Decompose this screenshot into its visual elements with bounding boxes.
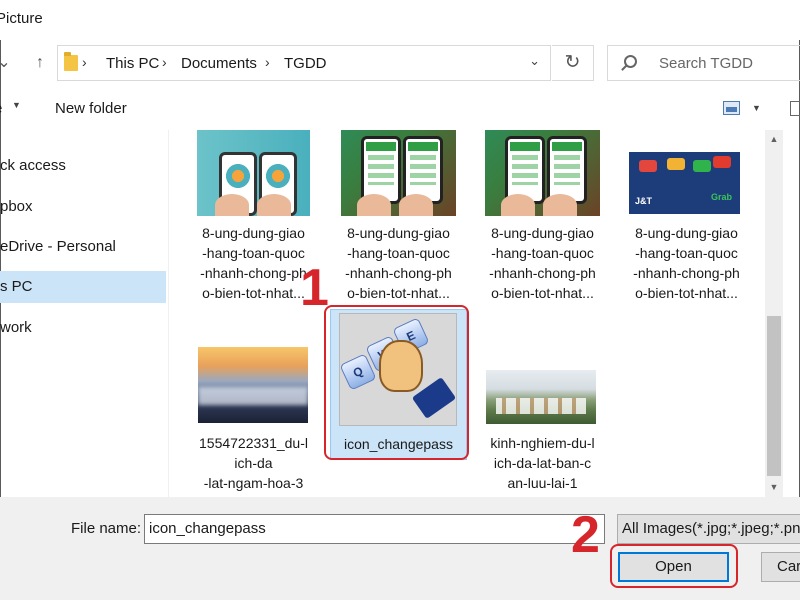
- breadcrumb-documents[interactable]: Documents: [181, 55, 257, 72]
- file-name: 8-ung-dung-giao -hang-toan-quoc -nhanh-cho…: [633, 225, 740, 301]
- nav-item-label: s PC: [0, 278, 33, 295]
- chevron-right-icon[interactable]: ›: [162, 54, 167, 70]
- nav-item-label: pbox: [0, 198, 33, 215]
- file-name: 8-ung-dung-giao -hang-toan-quoc -nhanh-cho…: [489, 225, 596, 301]
- title-bar: Picture: [0, 0, 800, 40]
- nav-item-dropbox[interactable]: pbox: [0, 191, 166, 223]
- file-thumbnail: J&T Grab: [629, 152, 740, 214]
- nav-item-onedrive[interactable]: eDrive - Personal: [0, 231, 166, 263]
- search-box[interactable]: Search TGDD: [607, 45, 800, 81]
- file-name: kinh-nghiem-du-l ich-da-lat-ban-c an-luu-l…: [490, 435, 595, 491]
- new-folder-button[interactable]: New folder: [55, 100, 127, 117]
- chevron-right-icon[interactable]: ›: [265, 54, 270, 70]
- file-thumbnail: [486, 370, 596, 424]
- search-placeholder: Search TGDD: [659, 55, 753, 72]
- file-type-filter[interactable]: All Images(*.jpg;*.jpeg;*.pn: [617, 514, 800, 544]
- nav-item-quick-access[interactable]: ck access: [0, 150, 166, 182]
- file-name: 8-ung-dung-giao -hang-toan-quoc -nhanh-cho…: [345, 225, 452, 301]
- annotation-number-1: 1: [300, 259, 329, 317]
- brand-text-grab: Grab: [711, 192, 733, 202]
- address-bar[interactable]: › This PC › Documents › TGDD ⌄: [57, 45, 551, 81]
- breadcrumb-this-pc[interactable]: This PC: [106, 55, 159, 72]
- folder-icon: [64, 52, 78, 71]
- caret-down-icon[interactable]: ▼: [752, 103, 761, 113]
- nav-item-label: ck access: [0, 157, 66, 174]
- nav-item-network[interactable]: work: [0, 312, 166, 344]
- annotation-number-2: 2: [571, 506, 600, 564]
- nav-item-label: work: [0, 319, 32, 336]
- caret-down-icon[interactable]: ▼: [12, 100, 21, 110]
- file-name-label: File name:: [71, 520, 142, 537]
- scrollbar-thumb[interactable]: [767, 316, 781, 476]
- annotation-box-2: [610, 544, 738, 588]
- breadcrumb-tgdd[interactable]: TGDD: [284, 55, 327, 72]
- scroll-up-arrow-icon[interactable]: ▲: [765, 130, 783, 148]
- organize-menu-fragment[interactable]: e: [0, 100, 2, 117]
- forward-dropdown-icon[interactable]: ⌄: [0, 50, 16, 76]
- chevron-right-icon[interactable]: ›: [82, 54, 87, 70]
- up-arrow-icon[interactable]: ↑: [28, 50, 52, 76]
- file-thumbnail: [485, 130, 600, 216]
- nav-item-label: eDrive - Personal: [0, 238, 116, 255]
- file-name-input[interactable]: icon_changepass: [144, 514, 605, 544]
- cancel-button[interactable]: Car: [761, 552, 800, 582]
- refresh-button[interactable]: ↻: [552, 45, 594, 81]
- dialog-title: Picture: [0, 10, 43, 27]
- annotation-box-1: [324, 305, 469, 460]
- file-thumbnail: [341, 130, 456, 216]
- search-icon: [624, 55, 637, 68]
- file-name: 1554722331_du-l ich-da -lat-ngam-hoa-3: [199, 435, 308, 491]
- preview-pane-icon[interactable]: [790, 101, 800, 116]
- file-thumbnail: [198, 347, 308, 423]
- view-options-icon[interactable]: [723, 101, 740, 115]
- brand-text-jt: J&T: [635, 196, 653, 206]
- pane-divider: [168, 130, 169, 497]
- navigation-pane: ck access pbox eDrive - Personal s PC wo…: [0, 130, 168, 497]
- chevron-down-icon[interactable]: ⌄: [529, 53, 540, 69]
- scroll-down-arrow-icon[interactable]: ▼: [765, 478, 783, 496]
- nav-item-this-pc[interactable]: s PC: [0, 271, 166, 303]
- file-thumbnail: [197, 130, 310, 216]
- toolbar: e ▼ New folder: [0, 88, 800, 128]
